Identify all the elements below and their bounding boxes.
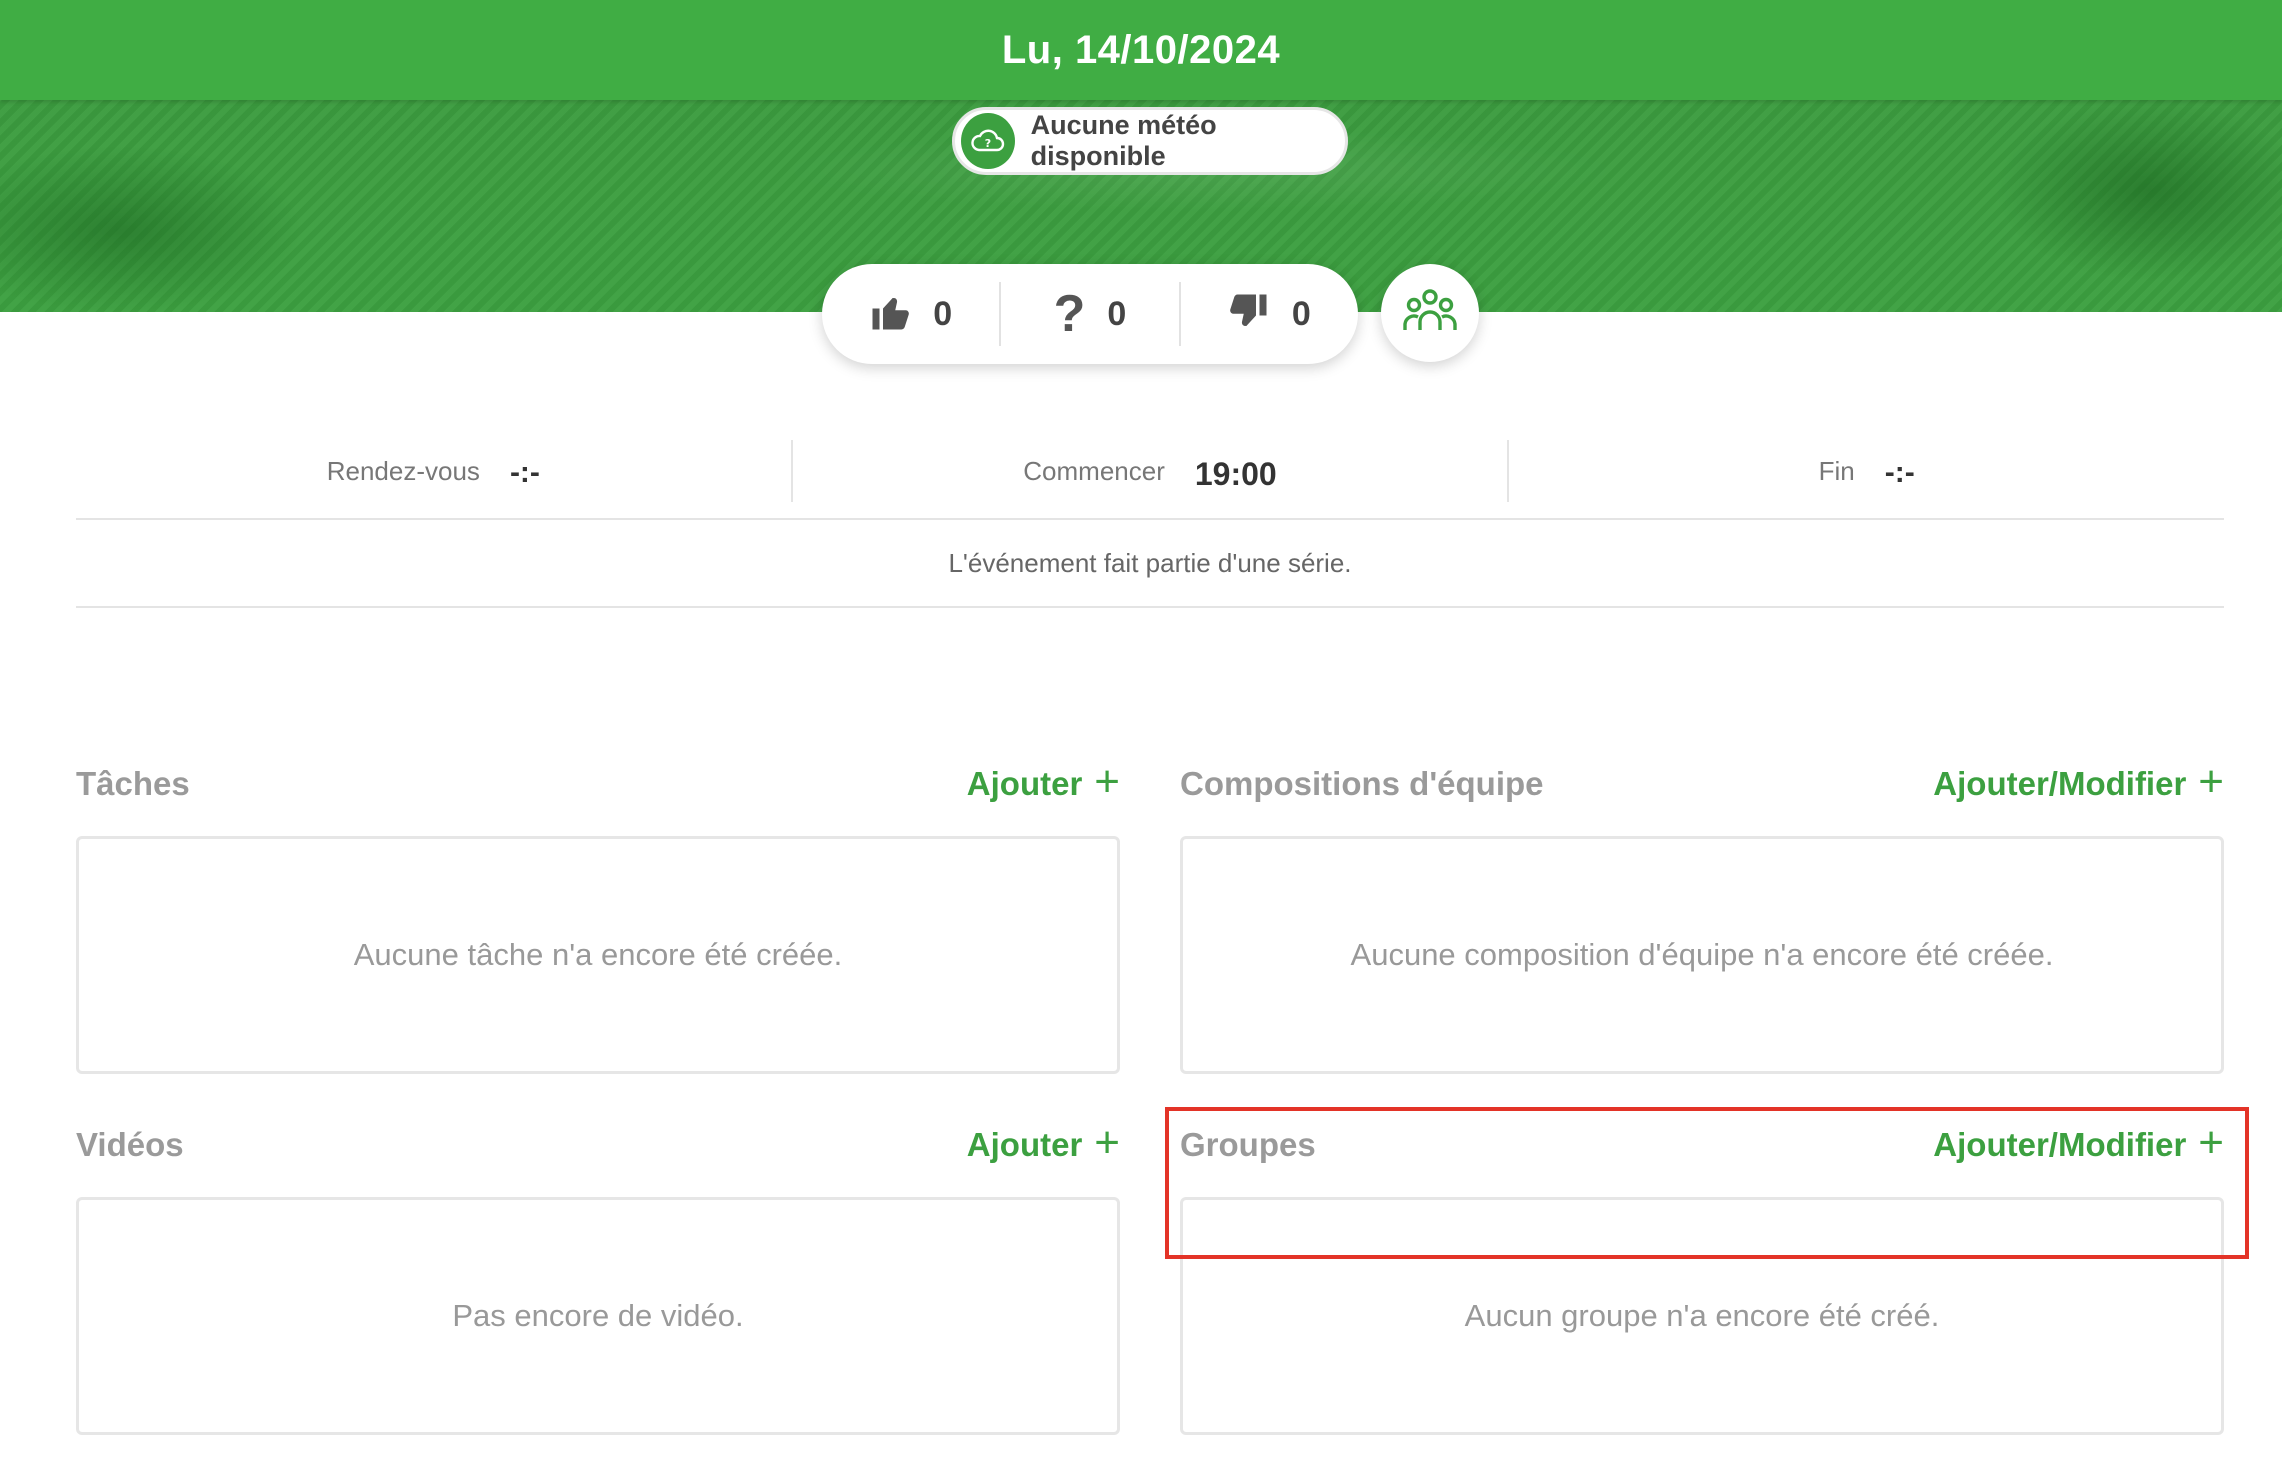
series-note: L'événement fait partie d'une série. [76, 520, 2224, 608]
thumbs-up-icon [869, 291, 911, 338]
meeting-time-value: -:- [509, 456, 540, 489]
attendance-votes: 0 ? 0 0 [822, 264, 1358, 364]
videos-empty-text: Pas encore de vidéo. [452, 1298, 744, 1333]
lineups-section: Compositions d'équipe Ajouter/Modifier +… [1180, 754, 2224, 1074]
thumbs-down-icon [1228, 291, 1270, 338]
plus-icon: + [1094, 1118, 1120, 1167]
groups-empty-box: Aucun groupe n'a encore été créé. [1180, 1197, 2224, 1435]
people-group-icon [1402, 288, 1458, 339]
tasks-empty-text: Aucune tâche n'a encore été créée. [353, 937, 843, 972]
end-time-value: -:- [1884, 456, 1915, 489]
add-task-label: Ajouter [966, 765, 1083, 802]
event-times: Rendez-vous -:- Commencer 19:00 Fin -:- [76, 440, 2224, 520]
add-task-button[interactable]: Ajouter + [966, 760, 1120, 804]
groups-empty-text: Aucun groupe n'a encore été créé. [1464, 1298, 1940, 1333]
videos-title: Vidéos [76, 1126, 184, 1163]
date-bar: Lu, 14/10/2024 [0, 0, 2282, 100]
edit-lineups-button[interactable]: Ajouter/Modifier + [1933, 760, 2224, 804]
edit-lineups-label: Ajouter/Modifier [1933, 765, 2187, 802]
end-time: Fin -:- [1507, 440, 2224, 502]
weather-badge[interactable]: ? Aucune météo disponible [952, 107, 1348, 175]
meeting-time: Rendez-vous -:- [76, 440, 791, 502]
event-date: Lu, 14/10/2024 [1001, 27, 1281, 72]
meeting-time-label: Rendez-vous [326, 456, 480, 486]
maybe-count: 0 [1107, 294, 1127, 333]
question-mark-icon: ? [1053, 285, 1086, 343]
vote-maybe[interactable]: ? 0 [999, 282, 1178, 346]
groups-title: Groupes [1180, 1126, 1316, 1163]
vote-yes[interactable]: 0 [822, 282, 999, 346]
svg-text:?: ? [985, 137, 991, 150]
add-video-label: Ajouter [966, 1126, 1083, 1163]
groups-section: Groupes Ajouter/Modifier + Aucun groupe … [1180, 1115, 2224, 1435]
lineups-empty-text: Aucune composition d'équipe n'a encore é… [1350, 937, 2054, 972]
plus-icon: + [2198, 1118, 2224, 1167]
start-time: Commencer 19:00 [790, 440, 1508, 502]
plus-icon: + [2198, 757, 2224, 806]
tasks-title: Tâches [76, 765, 190, 802]
tasks-section: Tâches Ajouter + Aucune tâche n'a encore… [76, 754, 1120, 1074]
videos-section: Vidéos Ajouter + Pas encore de vidéo. [76, 1115, 1120, 1435]
end-time-label: Fin [1818, 456, 1855, 486]
lineups-title: Compositions d'équipe [1180, 765, 1544, 802]
start-time-value: 19:00 [1194, 456, 1277, 492]
plus-icon: + [1094, 757, 1120, 806]
videos-empty-box: Pas encore de vidéo. [76, 1197, 1120, 1435]
no-count: 0 [1291, 294, 1311, 333]
weather-text: Aucune météo disponible [1030, 110, 1217, 171]
start-time-label: Commencer [1023, 456, 1165, 486]
vote-no[interactable]: 0 [1178, 282, 1358, 346]
edit-groups-button[interactable]: Ajouter/Modifier + [1933, 1121, 2224, 1165]
yes-count: 0 [933, 294, 953, 333]
edit-groups-label: Ajouter/Modifier [1933, 1126, 2187, 1163]
participants-button[interactable] [1381, 264, 1479, 362]
add-video-button[interactable]: Ajouter + [966, 1121, 1120, 1165]
tasks-empty-box: Aucune tâche n'a encore été créée. [76, 836, 1120, 1074]
lineups-empty-box: Aucune composition d'équipe n'a encore é… [1180, 836, 2224, 1074]
cloud-question-icon: ? [961, 113, 1015, 169]
